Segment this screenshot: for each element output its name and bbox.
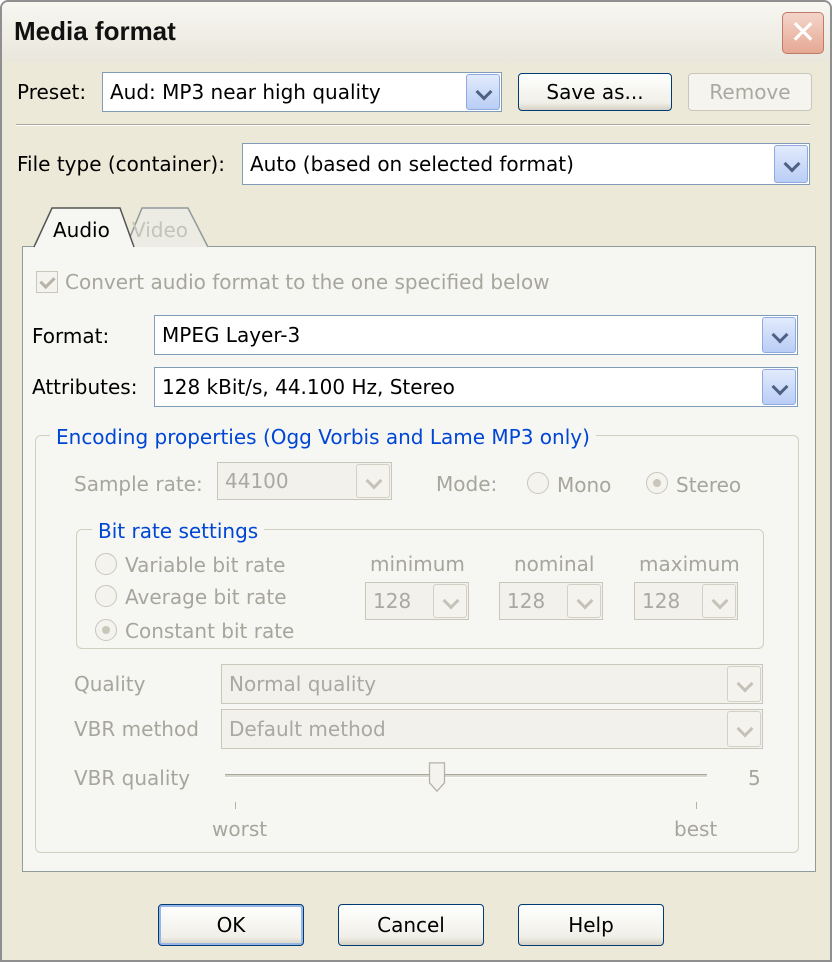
chevron-down-icon[interactable]: [727, 711, 761, 747]
mode-stereo-label: Stereo: [676, 473, 742, 497]
slider-min-tick: [235, 802, 236, 809]
media-format-dialog: Media format ✕ Preset: Aud: MP3 near hig…: [0, 0, 832, 962]
preset-label: Preset:: [17, 80, 87, 104]
chevron-down-icon[interactable]: [762, 369, 796, 405]
format-label: Format:: [32, 324, 110, 348]
chevron-down-icon[interactable]: [762, 317, 796, 353]
remove-button[interactable]: Remove: [688, 73, 812, 111]
chevron-down-icon[interactable]: [774, 145, 808, 183]
average-bit-rate-radio[interactable]: [95, 585, 117, 607]
chevron-down-icon[interactable]: [567, 584, 601, 618]
slider-best-label: best: [674, 817, 718, 841]
minimum-label: minimum: [370, 552, 465, 576]
tab-video[interactable]: Video: [132, 218, 188, 242]
save-as-button[interactable]: Save as...: [518, 73, 672, 111]
chevron-down-icon[interactable]: [702, 584, 736, 618]
chevron-down-icon[interactable]: [356, 464, 390, 498]
file-type-value: Auto (based on selected format): [250, 152, 574, 176]
close-button[interactable]: ✕: [782, 12, 824, 54]
attributes-label: Attributes:: [32, 375, 138, 399]
vbr-quality-track[interactable]: [225, 774, 707, 778]
file-type-label: File type (container):: [17, 152, 225, 176]
mode-label: Mode:: [436, 472, 498, 496]
cancel-button[interactable]: Cancel: [338, 904, 484, 946]
variable-bit-rate-radio[interactable]: [95, 553, 117, 575]
minimum-bitrate-dropdown[interactable]: 128: [365, 582, 469, 620]
attributes-dropdown[interactable]: 128 kBit/s, 44.100 Hz, Stereo: [154, 367, 798, 407]
average-bit-rate-label: Average bit rate: [125, 585, 287, 609]
help-button[interactable]: Help: [518, 904, 664, 946]
sample-rate-label: Sample rate:: [74, 472, 203, 496]
vbr-method-value: Default method: [229, 717, 386, 741]
maximum-label: maximum: [639, 552, 740, 576]
preset-dropdown[interactable]: Aud: MP3 near high quality: [102, 72, 502, 112]
convert-label: Convert audio format to the one specifie…: [65, 270, 550, 294]
vbr-method-dropdown[interactable]: Default method: [221, 709, 763, 749]
chevron-down-icon[interactable]: [466, 74, 500, 110]
nominal-label: nominal: [514, 552, 595, 576]
format-value: MPEG Layer-3: [162, 323, 301, 347]
mode-stereo-radio[interactable]: [646, 472, 668, 494]
encoding-properties-legend: Encoding properties (Ogg Vorbis and Lame…: [50, 425, 596, 449]
close-icon: ✕: [789, 13, 817, 51]
vbr-quality-slider-thumb[interactable]: [427, 762, 447, 792]
vbr-quality-label: VBR quality: [74, 766, 191, 790]
ok-button[interactable]: OK: [158, 904, 304, 946]
sample-rate-value: 44100: [225, 469, 289, 493]
nominal-bitrate-value: 128: [507, 589, 546, 613]
nominal-bitrate-dropdown[interactable]: 128: [499, 582, 603, 620]
constant-bit-rate-label: Constant bit rate: [125, 619, 295, 643]
minimum-bitrate-value: 128: [373, 589, 412, 613]
title-bar[interactable]: Media format ✕: [2, 2, 830, 62]
mode-mono-radio[interactable]: [527, 472, 549, 494]
attributes-value: 128 kBit/s, 44.100 Hz, Stereo: [162, 375, 455, 399]
convert-checkbox[interactable]: [36, 271, 58, 293]
chevron-down-icon[interactable]: [727, 666, 761, 702]
variable-bit-rate-label: Variable bit rate: [125, 553, 286, 577]
maximum-bitrate-dropdown[interactable]: 128: [634, 582, 738, 620]
bit-rate-settings-legend: Bit rate settings: [92, 519, 265, 543]
constant-bit-rate-radio[interactable]: [95, 619, 117, 641]
quality-value: Normal quality: [229, 672, 377, 696]
format-dropdown[interactable]: MPEG Layer-3: [154, 315, 798, 355]
tab-audio[interactable]: Audio: [53, 218, 110, 242]
sample-rate-dropdown[interactable]: 44100: [217, 462, 392, 500]
separator: [16, 124, 810, 126]
mode-mono-label: Mono: [557, 473, 612, 497]
quality-label: Quality: [74, 672, 146, 696]
slider-worst-label: worst: [212, 817, 268, 841]
file-type-dropdown[interactable]: Auto (based on selected format): [242, 143, 810, 185]
chevron-down-icon[interactable]: [433, 584, 467, 618]
vbr-method-label: VBR method: [74, 717, 199, 741]
slider-max-tick: [696, 802, 697, 809]
quality-dropdown[interactable]: Normal quality: [221, 664, 763, 704]
preset-value: Aud: MP3 near high quality: [110, 80, 381, 104]
maximum-bitrate-value: 128: [642, 589, 681, 613]
dialog-title: Media format: [14, 16, 176, 46]
vbr-quality-value: 5: [748, 766, 761, 790]
